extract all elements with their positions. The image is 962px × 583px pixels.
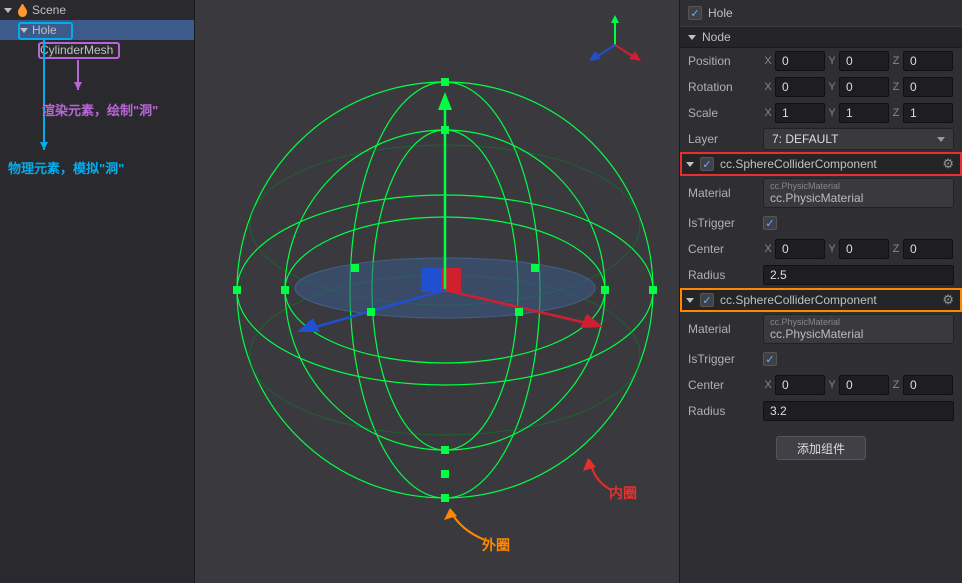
component1-header[interactable]: cc.SphereColliderComponent ⚙ — [680, 152, 962, 176]
radius-input[interactable] — [763, 401, 954, 421]
scale-z-input[interactable] — [903, 103, 953, 123]
cylindermesh-label: CylinderMesh — [40, 43, 113, 57]
caret-icon — [686, 298, 694, 303]
position-x-input[interactable] — [775, 51, 825, 71]
component1-title: cc.SphereColliderComponent — [720, 157, 877, 171]
position-z-input[interactable] — [903, 51, 953, 71]
rotation-x-input[interactable] — [775, 77, 825, 97]
scale-x-input[interactable] — [775, 103, 825, 123]
center-label: Center — [688, 378, 763, 392]
add-component-button[interactable]: 添加组件 — [776, 436, 866, 460]
node-enabled-checkbox[interactable] — [688, 6, 702, 20]
component1-enabled-checkbox[interactable] — [700, 157, 714, 171]
flame-icon — [16, 4, 28, 16]
position-row: Position X Y Z — [680, 48, 962, 74]
layer-label: Layer — [688, 132, 763, 146]
layer-value: 7: DEFAULT — [772, 132, 838, 146]
istrigger-label: IsTrigger — [688, 216, 763, 230]
material-field[interactable]: cc.PhysicMaterial cc.PhysicMaterial — [763, 314, 954, 344]
node-name-row: Hole — [680, 0, 962, 26]
tree-row-scene[interactable]: Scene — [0, 0, 194, 20]
material-field[interactable]: cc.PhysicMaterial cc.PhysicMaterial — [763, 178, 954, 208]
center-z-input[interactable] — [903, 375, 953, 395]
position-label: Position — [688, 54, 763, 68]
node-name: Hole — [708, 6, 733, 20]
caret-icon — [688, 35, 696, 40]
comp1-radius-row: Radius — [680, 262, 962, 288]
component2-title: cc.SphereColliderComponent — [720, 293, 877, 307]
y-label: Y — [827, 55, 837, 67]
rotation-y-input[interactable] — [839, 77, 889, 97]
tree-row-hole[interactable]: Hole — [0, 20, 194, 40]
center-x-input[interactable] — [775, 239, 825, 259]
istrigger-label: IsTrigger — [688, 352, 763, 366]
caret-icon — [20, 28, 28, 33]
istrigger-checkbox[interactable] — [763, 352, 777, 366]
comp1-material-row: Material cc.PhysicMaterial cc.PhysicMate… — [680, 176, 962, 210]
rotation-label: Rotation — [688, 80, 763, 94]
material-label: Material — [688, 186, 763, 200]
viewport-3d[interactable]: 外圈 内圈 — [195, 0, 679, 583]
tree-row-cylindermesh[interactable]: CylinderMesh — [0, 40, 194, 60]
comp2-center-row: Center X Y Z — [680, 372, 962, 398]
center-x-input[interactable] — [775, 375, 825, 395]
comp1-istrigger-row: IsTrigger — [680, 210, 962, 236]
istrigger-checkbox[interactable] — [763, 216, 777, 230]
material-label: Material — [688, 322, 763, 336]
radius-label: Radius — [688, 268, 763, 282]
center-label: Center — [688, 242, 763, 256]
scale-row: Scale X Y Z — [680, 100, 962, 126]
gear-icon[interactable]: ⚙ — [942, 156, 954, 172]
hierarchy-panel: Scene Hole CylinderMesh 渲染元素，绘制"洞" 物理元素，… — [0, 0, 195, 583]
layer-dropdown[interactable]: 7: DEFAULT — [763, 128, 954, 150]
comp2-istrigger-row: IsTrigger — [680, 346, 962, 372]
x-label: X — [763, 55, 773, 67]
node-section-label: Node — [702, 30, 731, 44]
rotation-z-input[interactable] — [903, 77, 953, 97]
scene-label: Scene — [32, 3, 66, 17]
outer-circle-label: 外圈 — [482, 535, 510, 555]
center-z-input[interactable] — [903, 239, 953, 259]
comp1-center-row: Center X Y Z — [680, 236, 962, 262]
position-y-input[interactable] — [839, 51, 889, 71]
center-y-input[interactable] — [839, 239, 889, 259]
component2-enabled-checkbox[interactable] — [700, 293, 714, 307]
chevron-down-icon — [937, 137, 945, 142]
scale-label: Scale — [688, 106, 763, 120]
radius-input[interactable] — [763, 265, 954, 285]
inspector-panel: Hole Node Position X Y Z Rotation X Y Z … — [679, 0, 962, 583]
component2-header[interactable]: cc.SphereColliderComponent ⚙ — [680, 288, 962, 312]
radius-label: Radius — [688, 404, 763, 418]
gear-icon[interactable]: ⚙ — [942, 292, 954, 308]
hole-label: Hole — [32, 23, 57, 37]
comp2-material-row: Material cc.PhysicMaterial cc.PhysicMate… — [680, 312, 962, 346]
caret-icon — [686, 162, 694, 167]
render-annotation: 渲染元素，绘制"洞" — [42, 100, 158, 119]
rotation-row: Rotation X Y Z — [680, 74, 962, 100]
z-label: Z — [891, 55, 901, 67]
inner-circle-label: 内圈 — [609, 483, 637, 503]
center-y-input[interactable] — [839, 375, 889, 395]
comp2-radius-row: Radius — [680, 398, 962, 424]
layer-row: Layer 7: DEFAULT — [680, 126, 962, 152]
physics-annotation: 物理元素，模拟"洞" — [8, 158, 124, 177]
caret-icon — [4, 8, 12, 13]
scale-y-input[interactable] — [839, 103, 889, 123]
node-section-header[interactable]: Node — [680, 26, 962, 48]
